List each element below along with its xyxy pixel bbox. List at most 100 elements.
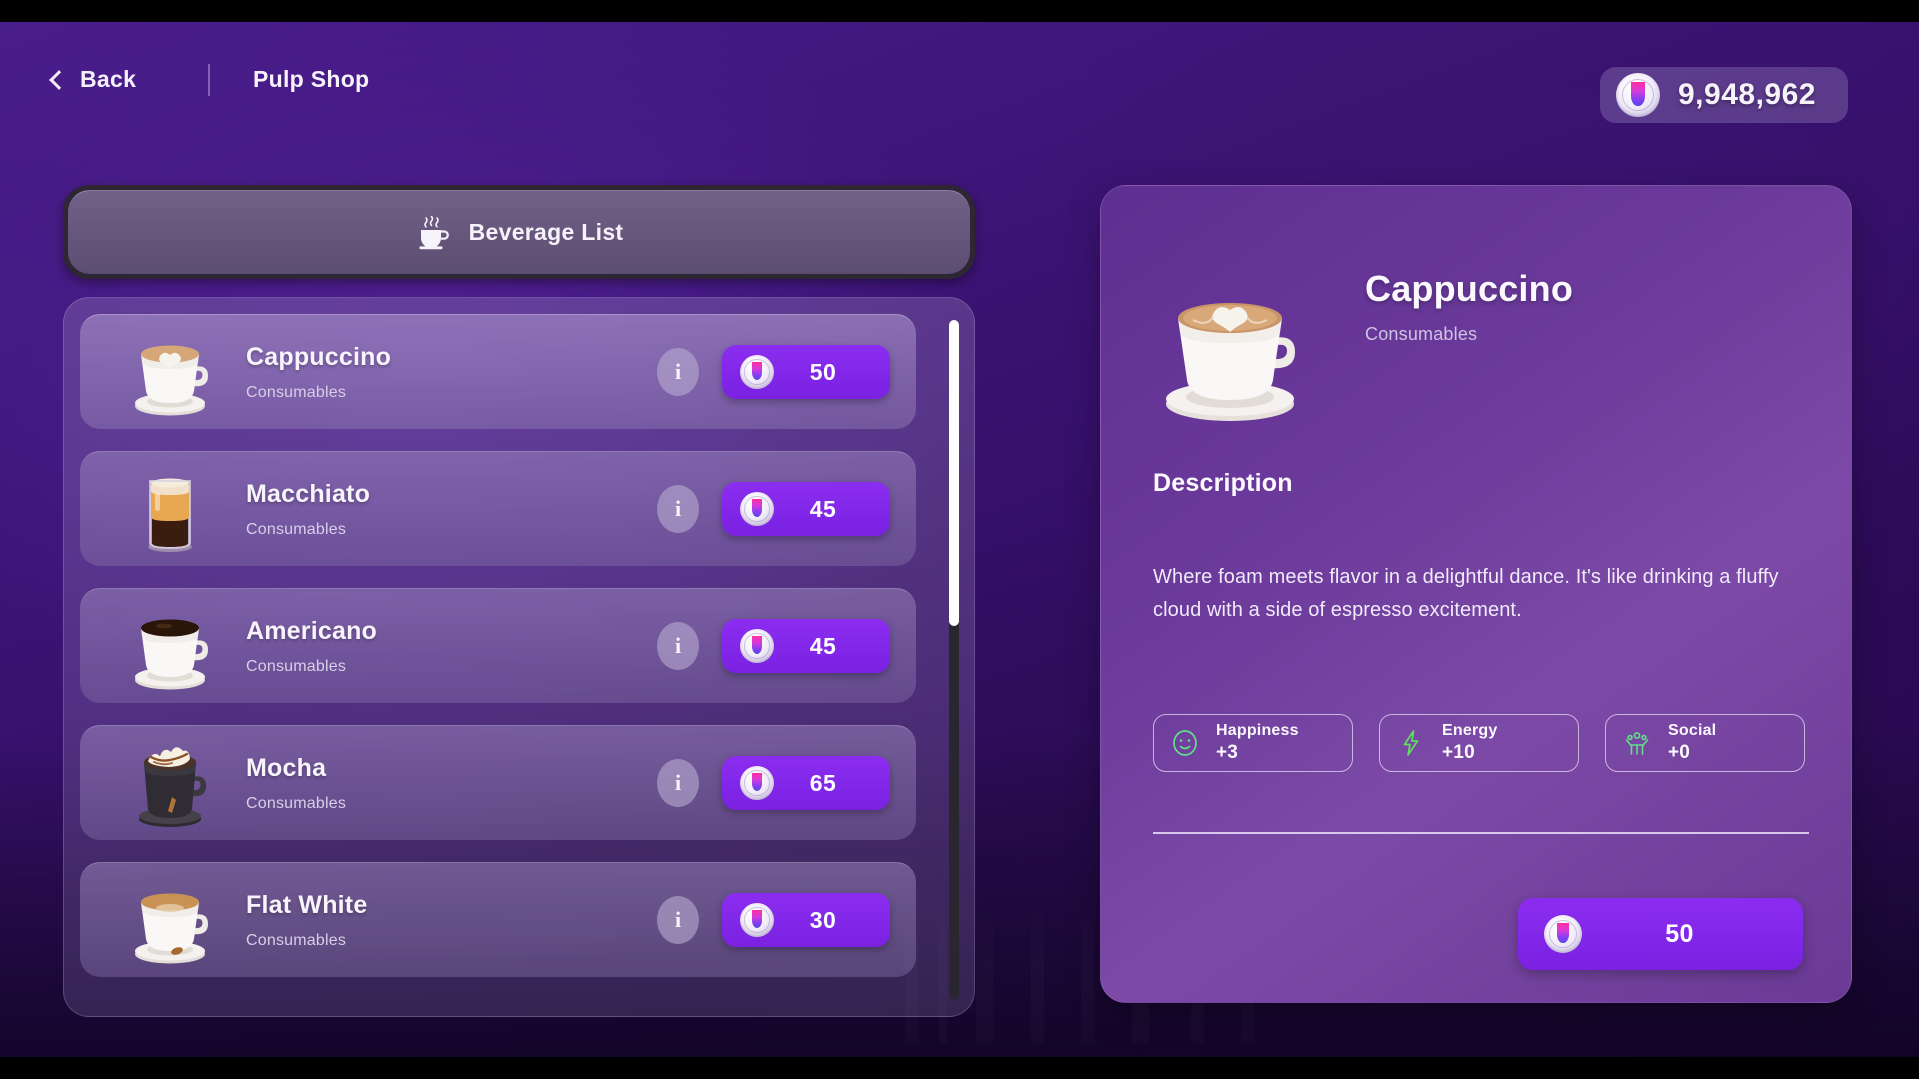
beverage-price-label: 45 [809, 632, 837, 659]
pulp-coin-icon [740, 766, 774, 800]
back-button-label: Back [80, 66, 137, 92]
beverage-price-label: 30 [809, 906, 837, 933]
list-scrollbar-thumb[interactable] [949, 320, 959, 626]
beverage-row-text: Macchiato Consumables [246, 480, 657, 539]
beverage-price-label: 45 [809, 495, 837, 522]
beverage-category: Consumables [246, 794, 347, 812]
detail-item-category: Consumables [1365, 324, 1478, 344]
beverage-name: Macchiato [246, 479, 371, 508]
coin-u-glyph [1557, 922, 1569, 944]
info-icon: i [674, 496, 682, 521]
beverage-row-americano[interactable]: Americano Consumables i 45 [80, 588, 916, 703]
stat-chip-text: Happiness +3 [1216, 721, 1299, 765]
americano-cup-icon [122, 598, 218, 694]
beverage-price-button[interactable]: 45 [722, 482, 890, 536]
beverage-category: Consumables [246, 383, 347, 401]
shop-left-column: Beverage List Cappuccino Consumables i 50 Ma… [63, 185, 975, 1017]
beverage-info-button[interactable]: i [657, 622, 699, 670]
buy-button[interactable]: 50 [1518, 898, 1803, 970]
info-icon: i [674, 770, 682, 795]
info-icon: i [674, 633, 682, 658]
beverage-price-label: 65 [809, 769, 837, 796]
flat-white-cup-icon [122, 872, 218, 968]
cappuccino-cup-icon [122, 324, 218, 420]
stat-chip-energy: Energy +10 [1379, 714, 1579, 772]
stat-chip-row: Happiness +3 Energy +10 Social +0 [1153, 714, 1805, 772]
beverage-info-button[interactable]: i [657, 348, 699, 396]
beverage-row-flat-white[interactable]: Flat White Consumables i 30 [80, 862, 916, 977]
beverage-category: Consumables [246, 520, 347, 538]
stat-chip-happiness: Happiness +3 [1153, 714, 1353, 772]
beverage-name: Americano [246, 616, 378, 645]
stat-value: +10 [1442, 742, 1475, 764]
detail-item-name: Cappuccino [1365, 268, 1574, 309]
stat-value: +0 [1668, 742, 1691, 764]
pulp-coin-icon [740, 629, 774, 663]
header-divider [208, 64, 210, 96]
buy-price-label: 50 [1665, 919, 1694, 948]
info-icon: i [674, 907, 682, 932]
tab-beverage-list[interactable]: Beverage List [68, 190, 970, 274]
list-scrollbar-track[interactable] [949, 320, 959, 1000]
detail-divider [1153, 832, 1809, 834]
beverage-row-text: Cappuccino Consumables [246, 343, 657, 402]
mocha-mug-icon [122, 735, 218, 831]
stat-label: Happiness [1216, 722, 1299, 740]
page-title: Pulp Shop [253, 66, 370, 92]
beverage-list-tab-frame: Beverage List [63, 185, 975, 279]
beverage-price-button[interactable]: 45 [722, 619, 890, 673]
tab-beverage-list-label: Beverage List [468, 219, 624, 245]
beverage-name: Mocha [246, 753, 327, 782]
beverage-category: Consumables [246, 931, 347, 949]
smiley-face-icon [1170, 728, 1200, 758]
description-text: Where foam meets flavor in a delightful … [1153, 566, 1779, 621]
item-detail-panel: Cappuccino Consumables Description Where… [1100, 185, 1852, 1003]
info-icon: i [674, 359, 682, 384]
beverage-row-text: Americano Consumables [246, 617, 657, 676]
beverage-row-macchiato[interactable]: Macchiato Consumables i 45 [80, 451, 916, 566]
coin-u-glyph [751, 909, 763, 929]
currency-amount: 9,948,962 [1678, 78, 1816, 111]
person-raised-arms-icon [1622, 728, 1652, 758]
chevron-left-icon [49, 70, 69, 90]
stat-label: Social [1668, 722, 1717, 740]
stat-label: Energy [1442, 722, 1498, 740]
cappuccino-cup-icon [1147, 276, 1313, 426]
beverage-price-button[interactable]: 50 [722, 345, 890, 399]
beverage-list[interactable]: Cappuccino Consumables i 50 Macchiato Consuma… [80, 314, 916, 1002]
beverage-info-button[interactable]: i [657, 759, 699, 807]
beverage-row-text: Flat White Consumables [246, 891, 657, 950]
letterbox-bottom [0, 1057, 1919, 1079]
top-bar: Back Pulp Shop 9,948,962 [0, 22, 1919, 123]
pulp-shop-screen: Back Pulp Shop 9,948,962 Beverage List C… [0, 0, 1919, 1079]
description-heading: Description [1153, 469, 1293, 497]
beverage-info-button[interactable]: i [657, 485, 699, 533]
coin-u-glyph [751, 635, 763, 655]
pulp-coin-icon [740, 492, 774, 526]
beverage-info-button[interactable]: i [657, 896, 699, 944]
coffee-cup-icon [415, 215, 449, 251]
coin-u-glyph [1631, 81, 1645, 106]
pulp-coin-icon [1616, 73, 1660, 117]
pulp-coin-icon [740, 903, 774, 937]
back-button[interactable]: Back [49, 66, 137, 93]
beverage-price-button[interactable]: 65 [722, 756, 890, 810]
beverage-row-mocha[interactable]: Mocha Consumables i 65 [80, 725, 916, 840]
beverage-name: Flat White [246, 890, 368, 919]
beverage-price-label: 50 [809, 358, 837, 385]
beverage-name: Cappuccino [246, 342, 392, 371]
beverage-price-button[interactable]: 30 [722, 893, 890, 947]
beverage-row-text: Mocha Consumables [246, 754, 657, 813]
beverage-row-cappuccino[interactable]: Cappuccino Consumables i 50 [80, 314, 916, 429]
stat-value: +3 [1216, 742, 1239, 764]
beverage-category: Consumables [246, 657, 347, 675]
coin-u-glyph [751, 772, 763, 792]
macchiato-glass-icon [122, 461, 218, 557]
coin-u-glyph [751, 361, 763, 381]
beverage-list-panel: Cappuccino Consumables i 50 Macchiato Consuma… [63, 297, 975, 1017]
currency-badge[interactable]: 9,948,962 [1600, 67, 1848, 123]
stat-chip-social: Social +0 [1605, 714, 1805, 772]
stat-chip-text: Social +0 [1668, 721, 1716, 765]
detail-header: Cappuccino Consumables [1147, 268, 1573, 426]
lightning-bolt-icon [1396, 728, 1426, 758]
